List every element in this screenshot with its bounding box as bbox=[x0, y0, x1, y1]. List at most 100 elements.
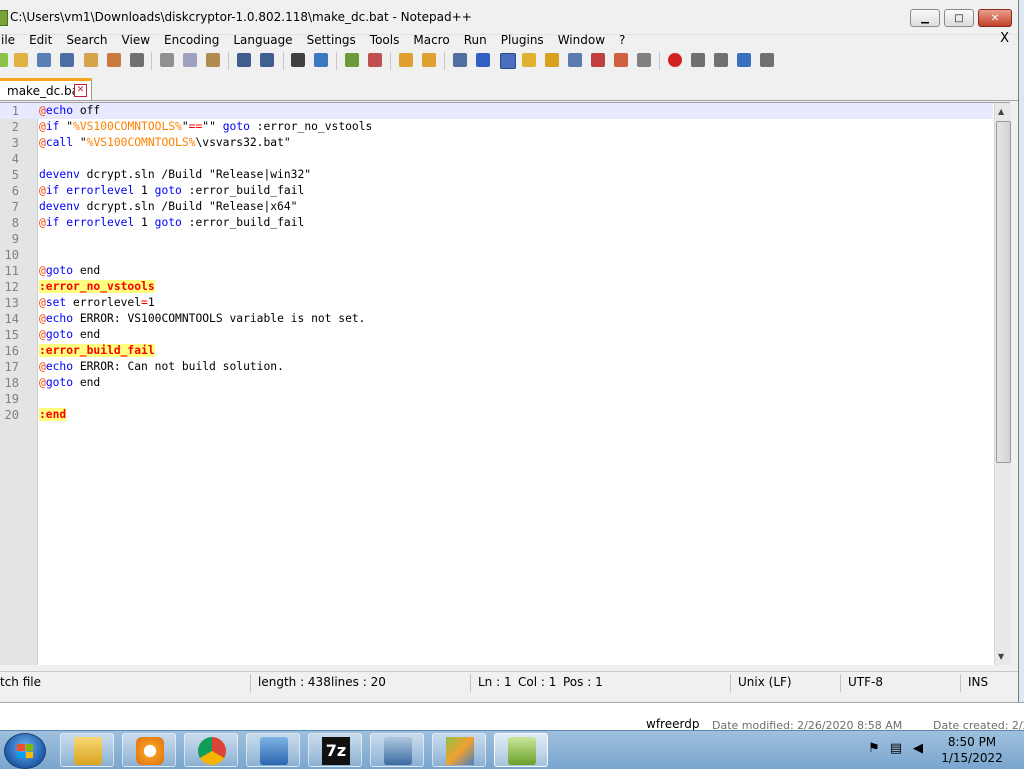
open-file-icon[interactable] bbox=[14, 53, 28, 67]
taskbar-media-player[interactable] bbox=[122, 733, 176, 767]
explorer-file-row[interactable]: wfreerdp Date modified: 2/26/2020 8:58 A… bbox=[0, 702, 1024, 732]
code-line[interactable]: 13 @set errorlevel=1 bbox=[0, 295, 993, 311]
code-line[interactable]: 5 devenv dcrypt.sln /Build "Release|win32… bbox=[0, 167, 993, 183]
menu-macro[interactable]: Macro bbox=[406, 31, 456, 49]
menu-window[interactable]: Window bbox=[551, 31, 612, 49]
tab-close-icon[interactable]: ✕ bbox=[74, 84, 87, 97]
clock[interactable]: 8:50 PM 1/15/2022 bbox=[940, 734, 1004, 766]
toolbar-separator bbox=[151, 52, 152, 70]
code-line[interactable]: 4 bbox=[0, 151, 993, 167]
minimize-button[interactable]: ▁ bbox=[910, 9, 940, 27]
paste-icon[interactable] bbox=[206, 53, 220, 67]
zoom-out-icon[interactable] bbox=[368, 53, 382, 67]
code-line[interactable]: 20:end bbox=[0, 407, 993, 423]
indent-guide-icon[interactable] bbox=[500, 53, 516, 69]
tab-make-dc-bat[interactable]: make_dc.bat ✕ bbox=[0, 78, 92, 100]
redo-icon[interactable] bbox=[260, 53, 274, 67]
taskbar-explorer[interactable] bbox=[60, 733, 114, 767]
taskbar-7zip[interactable]: 7z bbox=[308, 733, 362, 767]
record-macro-icon[interactable] bbox=[668, 53, 682, 67]
save-all-icon[interactable] bbox=[60, 53, 74, 67]
cut-icon[interactable] bbox=[160, 53, 174, 67]
vertical-scrollbar[interactable]: ▲ ▼ bbox=[994, 103, 1011, 665]
new-file-icon[interactable] bbox=[0, 53, 8, 67]
zoom-in-icon[interactable] bbox=[345, 53, 359, 67]
status-line-number: Ln : 1 bbox=[478, 675, 512, 689]
scroll-down-icon[interactable]: ▼ bbox=[998, 652, 1004, 661]
code-line[interactable]: 16:error_build_fail bbox=[0, 343, 993, 359]
menu-settings[interactable]: Settings bbox=[300, 31, 363, 49]
show-all-characters-icon[interactable] bbox=[476, 53, 490, 67]
status-position: Pos : 1 bbox=[563, 675, 603, 689]
code-line[interactable]: 7 devenv dcrypt.sln /Build "Release|x64" bbox=[0, 199, 993, 215]
code-line[interactable]: 10 bbox=[0, 247, 993, 263]
user-defined-language-icon[interactable] bbox=[522, 53, 536, 67]
close-all-icon[interactable] bbox=[107, 53, 121, 67]
menu-plugins[interactable]: Plugins bbox=[494, 31, 551, 49]
code-line[interactable]: 11 @goto end bbox=[0, 263, 993, 279]
close-file-icon[interactable] bbox=[84, 53, 98, 67]
status-eol-format[interactable]: Unix (LF) bbox=[738, 675, 792, 689]
code-line[interactable]: 12:error_no_vstools bbox=[0, 279, 993, 295]
play-macro-icon[interactable] bbox=[714, 53, 728, 67]
taskbar-app[interactable] bbox=[432, 733, 486, 767]
code-line[interactable]: 15 @goto end bbox=[0, 327, 993, 343]
taskbar-chrome[interactable] bbox=[184, 733, 238, 767]
code-line[interactable]: 1 @echo off bbox=[0, 103, 993, 119]
taskbar-remote-desktop[interactable] bbox=[246, 733, 300, 767]
menu-help[interactable]: ? bbox=[612, 31, 632, 49]
word-wrap-icon[interactable] bbox=[453, 53, 467, 67]
code-line[interactable]: 3 @call "%VS100COMNTOOLS%\vsvars32.bat" bbox=[0, 135, 993, 151]
monitoring-icon[interactable] bbox=[637, 53, 651, 67]
code-line[interactable]: 19 bbox=[0, 391, 993, 407]
status-insert-mode[interactable]: INS bbox=[968, 675, 988, 689]
volume-icon[interactable]: ◀ bbox=[910, 741, 926, 757]
installer-icon bbox=[384, 737, 412, 765]
code-lines: 1 @echo off 2 @if "%VS100COMNTOOLS%"=="" g… bbox=[0, 103, 993, 423]
code-line[interactable]: 14 @echo ERROR: VS100COMNTOOLS variable i… bbox=[0, 311, 993, 327]
stop-macro-icon[interactable] bbox=[691, 53, 705, 67]
function-list-icon[interactable] bbox=[591, 53, 605, 67]
maximize-button[interactable]: □ bbox=[944, 9, 974, 27]
sync-vertical-icon[interactable] bbox=[399, 53, 413, 67]
code-line[interactable]: 2 @if "%VS100COMNTOOLS%"=="" goto :error_… bbox=[0, 119, 993, 135]
copy-icon[interactable] bbox=[183, 53, 197, 67]
menu-edit[interactable]: Edit bbox=[22, 31, 59, 49]
code-line[interactable]: 8 @if errorlevel 1 goto :error_build_fail bbox=[0, 215, 993, 231]
menu-run[interactable]: Run bbox=[457, 31, 494, 49]
scrollbar-thumb[interactable] bbox=[996, 121, 1011, 463]
code-line[interactable]: 17 @echo ERROR: Can not build solution. bbox=[0, 359, 993, 375]
save-macro-icon[interactable] bbox=[760, 53, 774, 67]
run-macro-multiple-icon[interactable] bbox=[737, 53, 751, 67]
menu-language[interactable]: Language bbox=[226, 31, 299, 49]
menu-search[interactable]: Search bbox=[59, 31, 114, 49]
document-list-icon[interactable] bbox=[568, 53, 582, 67]
code-line[interactable]: 6 @if errorlevel 1 goto :error_build_fail bbox=[0, 183, 993, 199]
close-document-button[interactable]: X bbox=[1000, 31, 1009, 46]
network-icon[interactable]: ▤ bbox=[888, 741, 904, 757]
code-editor[interactable]: 1 @echo off 2 @if "%VS100COMNTOOLS%"=="" g… bbox=[0, 102, 1011, 665]
taskbar-notepadpp[interactable] bbox=[494, 733, 548, 767]
taskbar-installer[interactable] bbox=[370, 733, 424, 767]
find-icon[interactable] bbox=[291, 53, 305, 67]
sync-horizontal-icon[interactable] bbox=[422, 53, 436, 67]
menu-encoding[interactable]: Encoding bbox=[157, 31, 226, 49]
start-button[interactable] bbox=[4, 733, 46, 769]
close-window-button[interactable]: ✕ bbox=[978, 9, 1012, 27]
code-line[interactable]: 9 bbox=[0, 231, 993, 247]
title-bar[interactable]: C:\Users\vm1\Downloads\diskcryptor-1.0.8… bbox=[0, 0, 1018, 35]
scroll-up-icon[interactable]: ▲ bbox=[998, 107, 1004, 116]
code-line[interactable]: 18 @goto end bbox=[0, 375, 993, 391]
print-icon[interactable] bbox=[130, 53, 144, 67]
document-map-icon[interactable] bbox=[545, 53, 559, 67]
menu-tools[interactable]: Tools bbox=[363, 31, 407, 49]
replace-icon[interactable] bbox=[314, 53, 328, 67]
undo-icon[interactable] bbox=[237, 53, 251, 67]
menu-file[interactable]: ile bbox=[0, 31, 22, 49]
status-encoding[interactable]: UTF-8 bbox=[848, 675, 883, 689]
menu-bar: ile Edit Search View Encoding Language S… bbox=[0, 31, 1018, 49]
action-center-icon[interactable]: ⚑ bbox=[866, 741, 882, 757]
menu-view[interactable]: View bbox=[115, 31, 157, 49]
folder-workspace-icon[interactable] bbox=[614, 53, 628, 67]
save-icon[interactable] bbox=[37, 53, 51, 67]
